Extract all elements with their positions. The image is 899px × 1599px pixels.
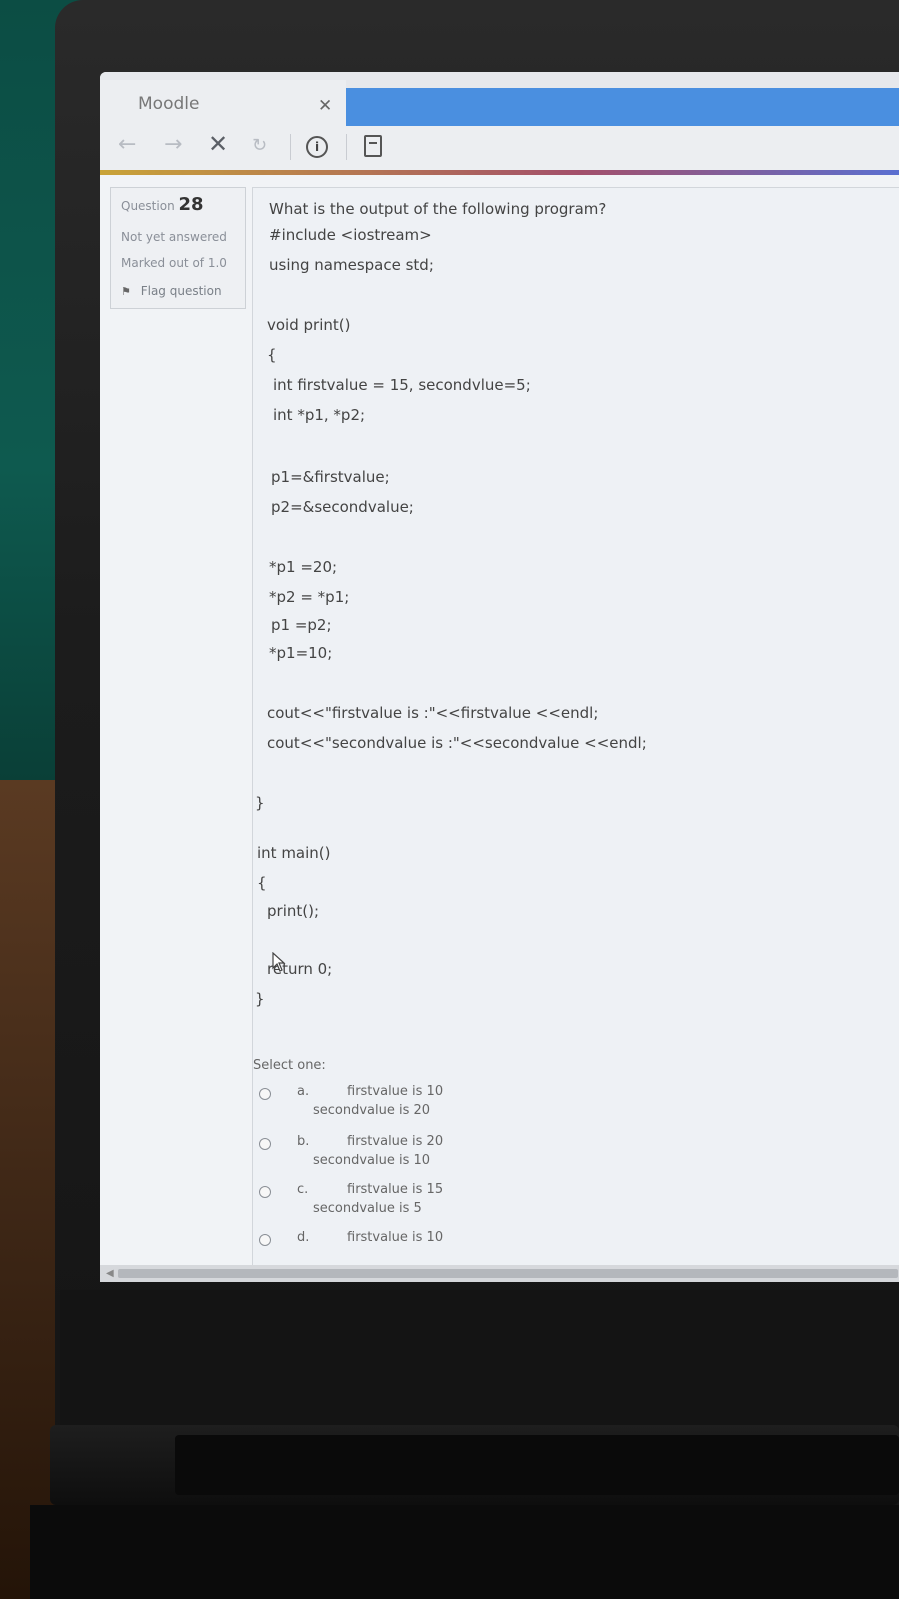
code-line: cout<<"secondvalue is :"<<secondvalue <<… bbox=[267, 734, 647, 752]
option-letter: a. bbox=[297, 1084, 310, 1099]
radio-button[interactable] bbox=[259, 1138, 271, 1150]
code-line: { bbox=[267, 346, 277, 364]
question-number: Question 28 bbox=[121, 194, 204, 215]
question-grade: Marked out of 1.0 bbox=[121, 256, 227, 270]
code-line: p2=&secondvalue; bbox=[271, 498, 414, 516]
code-line: int main() bbox=[257, 844, 331, 862]
forward-icon[interactable]: → bbox=[164, 132, 182, 157]
option-letter: d. bbox=[297, 1230, 310, 1245]
laptop-hinge-bar bbox=[175, 1435, 899, 1495]
mouse-cursor-icon bbox=[272, 952, 286, 972]
answer-option-d[interactable]: d. firstvalue is 10 bbox=[253, 1230, 553, 1270]
scroll-left-arrow-icon[interactable]: ◀ bbox=[106, 1268, 114, 1279]
option-text-line1: firstvalue is 15 bbox=[347, 1182, 444, 1197]
question-text-block: What is the output of the following prog… bbox=[252, 187, 899, 1274]
code-line: *p1 =20; bbox=[269, 558, 338, 576]
code-line: } bbox=[255, 990, 265, 1008]
answer-option-c[interactable]: c. firstvalue is 15 secondvalue is 5 bbox=[253, 1182, 553, 1222]
option-letter: b. bbox=[297, 1134, 310, 1149]
flag-question-label: Flag question bbox=[140, 284, 222, 298]
horizontal-scrollbar[interactable]: ◀ bbox=[100, 1265, 899, 1282]
radio-button[interactable] bbox=[259, 1088, 271, 1100]
code-line: *p1=10; bbox=[269, 644, 333, 662]
stop-icon[interactable]: ✕ bbox=[208, 130, 228, 158]
option-text-line1: firstvalue is 10 bbox=[347, 1084, 444, 1099]
flag-icon: ⚑ bbox=[121, 285, 131, 298]
code-line: #include <iostream> bbox=[269, 226, 432, 244]
code-line: cout<<"firstvalue is :"<<firstvalue <<en… bbox=[267, 704, 599, 722]
code-line: void print() bbox=[267, 316, 351, 334]
code-line: { bbox=[257, 874, 267, 892]
option-letter: c. bbox=[297, 1182, 309, 1197]
code-line: int *p1, *p2; bbox=[273, 406, 366, 424]
option-text-line2: secondvalue is 20 bbox=[313, 1103, 431, 1118]
question-info-block: Question 28 Not yet answered Marked out … bbox=[110, 187, 246, 309]
radio-button[interactable] bbox=[259, 1234, 271, 1246]
nav-separator bbox=[346, 134, 347, 160]
scrollbar-thumb[interactable] bbox=[118, 1269, 898, 1278]
radio-button[interactable] bbox=[259, 1186, 271, 1198]
option-text-line2: secondvalue is 5 bbox=[313, 1201, 422, 1216]
tab-bar-fill bbox=[346, 88, 899, 126]
question-number-label: Question bbox=[121, 199, 175, 213]
option-text-line2: secondvalue is 10 bbox=[313, 1153, 431, 1168]
flag-question-link[interactable]: ⚑ Flag question bbox=[121, 284, 222, 298]
nav-separator bbox=[290, 134, 291, 160]
code-line: *p2 = *p1; bbox=[269, 588, 350, 606]
browser-window: Moodle ✕ ← → ✕ ↻ i Question 28 Not yet a… bbox=[100, 72, 899, 1282]
page-content: Question 28 Not yet answered Marked out … bbox=[100, 175, 899, 1274]
question-prompt: What is the output of the following prog… bbox=[269, 200, 607, 218]
question-number-value: 28 bbox=[178, 194, 204, 215]
code-line: } bbox=[255, 794, 265, 812]
code-line: p1=&firstvalue; bbox=[271, 468, 390, 486]
select-one-label: Select one: bbox=[253, 1058, 326, 1073]
laptop-bezel bbox=[60, 1290, 899, 1430]
navigation-bar: ← → ✕ ↻ i bbox=[100, 126, 899, 170]
code-line: int firstvalue = 15, secondvlue=5; bbox=[273, 376, 531, 394]
close-icon[interactable]: ✕ bbox=[318, 96, 332, 116]
code-line: p1 =p2; bbox=[271, 616, 332, 634]
option-text-line1: firstvalue is 20 bbox=[347, 1134, 444, 1149]
answer-option-b[interactable]: b. firstvalue is 20 secondvalue is 10 bbox=[253, 1134, 553, 1174]
code-line: print(); bbox=[267, 902, 320, 920]
info-icon[interactable]: i bbox=[306, 136, 328, 158]
tab-moodle[interactable]: Moodle ✕ bbox=[100, 80, 346, 126]
tab-bar: Moodle ✕ bbox=[100, 72, 899, 126]
question-state: Not yet answered bbox=[121, 230, 227, 244]
reload-icon[interactable]: ↻ bbox=[252, 135, 267, 156]
answer-option-a[interactable]: a. firstvalue is 10 secondvalue is 20 bbox=[253, 1084, 553, 1124]
reader-icon[interactable] bbox=[364, 135, 382, 157]
back-icon[interactable]: ← bbox=[118, 132, 136, 157]
option-text-line1: firstvalue is 10 bbox=[347, 1230, 444, 1245]
laptop-base bbox=[30, 1505, 899, 1599]
code-line: using namespace std; bbox=[269, 256, 434, 274]
tab-title: Moodle bbox=[138, 94, 200, 114]
